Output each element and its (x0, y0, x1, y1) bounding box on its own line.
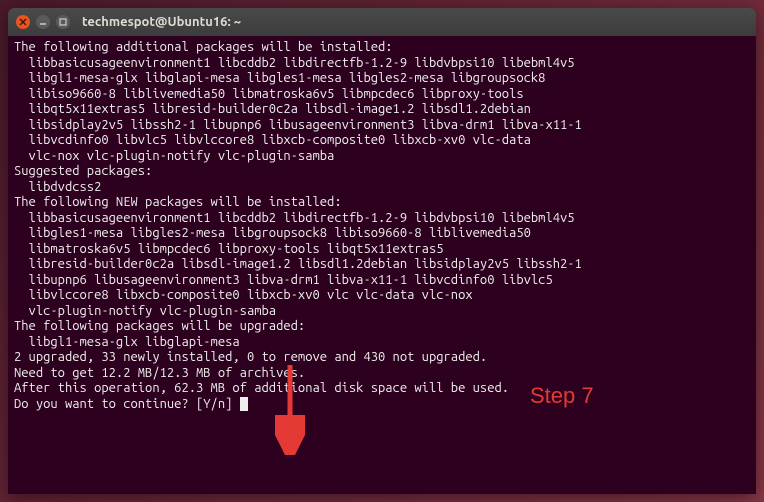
close-icon (19, 18, 27, 26)
terminal-line: 2 upgraded, 33 newly installed, 0 to rem… (14, 350, 487, 364)
terminal-line: libgl1-mesa-glx libglapi-mesa libgles1-m… (14, 71, 545, 85)
terminal-line: libgles1-mesa libgles2-mesa libgroupsock… (14, 226, 531, 240)
terminal-line: libmatroska6v5 libmpcdec6 libproxy-tools… (14, 242, 444, 256)
terminal-line: libresid-builder0c2a libsdl-image1.2 lib… (14, 257, 582, 271)
terminal-line: Need to get 12.2 MB/12.3 MB of archives. (14, 366, 305, 380)
terminal-line: The following NEW packages will be insta… (14, 195, 342, 209)
close-button[interactable] (16, 15, 30, 29)
terminal-line: After this operation, 62.3 MB of additio… (14, 381, 509, 395)
terminal-line: libbasicusageenvironment1 libcddb2 libdi… (14, 211, 575, 225)
minimize-icon (39, 18, 47, 26)
terminal-line: libqt5x11extras5 libresid-builder0c2a li… (14, 102, 531, 116)
terminal-prompt: Do you want to continue? [Y/n] (14, 397, 240, 411)
terminal-line: The following packages will be upgraded: (14, 319, 305, 333)
terminal-line: libiso9660-8 liblivemedia50 libmatroska6… (14, 87, 524, 101)
terminal-line: libvcdinfo0 libvlc5 libvlccore8 libxcb-c… (14, 133, 531, 147)
terminal-line: vlc-plugin-notify vlc-plugin-samba (14, 304, 276, 318)
terminal-output[interactable]: The following additional packages will b… (8, 36, 756, 416)
terminal-window: techmespot@Ubuntu16: ~ The following add… (8, 8, 756, 494)
terminal-line: Suggested packages: (14, 164, 152, 178)
minimize-button[interactable] (36, 15, 50, 29)
titlebar[interactable]: techmespot@Ubuntu16: ~ (8, 8, 756, 36)
terminal-line: libvlccore8 libxcb-composite0 libxcb-xv0… (14, 288, 473, 302)
maximize-icon (59, 18, 67, 26)
window-title: techmespot@Ubuntu16: ~ (82, 15, 241, 29)
terminal-line: libbasicusageenvironment1 libcddb2 libdi… (14, 56, 575, 70)
maximize-button[interactable] (56, 15, 70, 29)
cursor (240, 397, 248, 411)
window-controls (16, 15, 70, 29)
terminal-line: libgl1-mesa-glx libglapi-mesa (14, 335, 240, 349)
terminal-line: The following additional packages will b… (14, 40, 393, 54)
terminal-line: libupnp6 libusageenvironment3 libva-drm1… (14, 273, 553, 287)
terminal-line: libsidplay2v5 libssh2-1 libupnp6 libusag… (14, 118, 582, 132)
terminal-line: libdvdcss2 (14, 180, 101, 194)
terminal-line: vlc-nox vlc-plugin-notify vlc-plugin-sam… (14, 149, 334, 163)
